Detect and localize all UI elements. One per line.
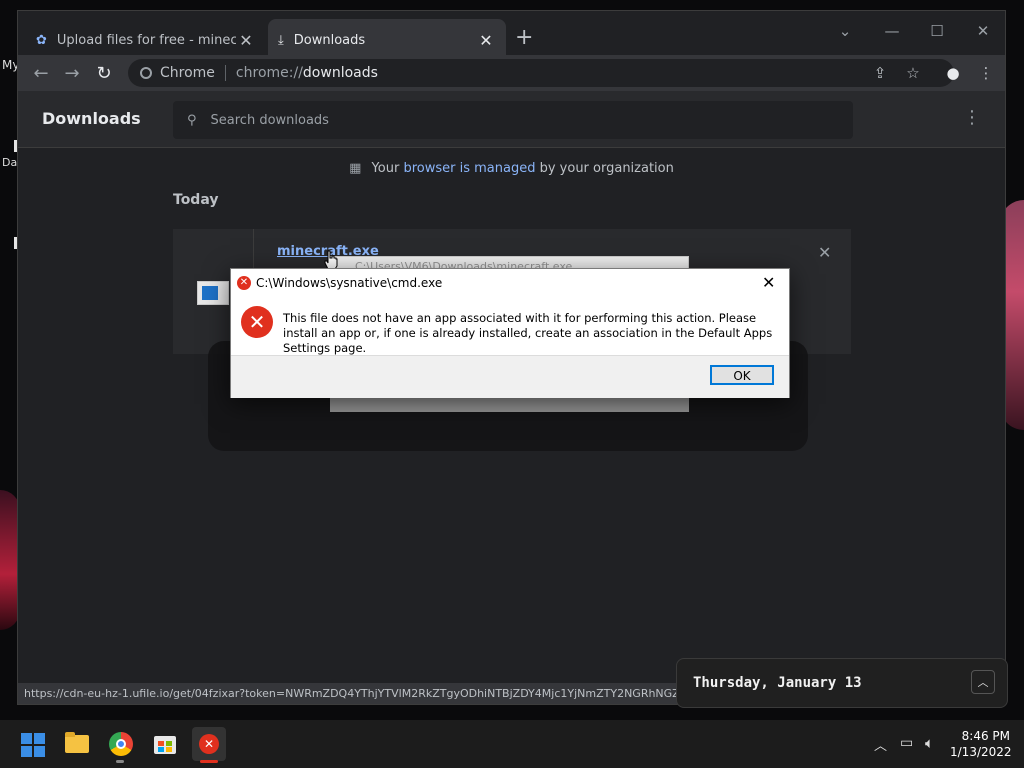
chevron-up-icon[interactable]: ︿: [971, 670, 995, 694]
clock-time[interactable]: 8:46 PM: [950, 729, 1010, 743]
close-window-icon[interactable]: ✕: [969, 17, 997, 45]
date-section-label: Today: [173, 192, 219, 208]
back-icon[interactable]: ←: [28, 61, 54, 87]
search-downloads-input[interactable]: ⚲ Search downloads: [173, 101, 853, 139]
error-small-icon: ✕: [237, 276, 251, 290]
more-actions-icon[interactable]: ⋮: [963, 107, 981, 128]
microsoft-store-icon[interactable]: [148, 727, 182, 761]
dialog-footer: [231, 355, 789, 398]
minimize-icon[interactable]: —: [878, 17, 906, 45]
desktop-icon-label[interactable]: Da: [2, 156, 17, 169]
ghost-window-bottom: [330, 396, 689, 412]
search-placeholder: Search downloads: [210, 112, 329, 128]
dialog-message: This file does not have an app associate…: [283, 311, 773, 355]
bookmark-star-icon[interactable]: ☆: [901, 61, 925, 85]
separator: [224, 65, 226, 81]
calendar-flyout: Thursday, January 13 ︿: [676, 658, 1008, 708]
address-bar[interactable]: Chrome chrome:// downloads: [128, 59, 954, 87]
error-icon: ✕: [241, 306, 273, 338]
download-icon: ⤓: [278, 32, 284, 48]
url-protocol: chrome://: [235, 65, 303, 81]
chrome-menu-icon[interactable]: ⋮: [974, 61, 998, 85]
dialog-close-icon[interactable]: ✕: [762, 273, 775, 292]
app-active-indicator: [200, 760, 218, 763]
managed-suffix: by your organization: [539, 161, 674, 176]
volume-icon[interactable]: 🔈︎: [925, 734, 934, 752]
managed-notice: ▦ Your browser is managed by your organi…: [18, 161, 1005, 176]
chrome-icon[interactable]: [104, 727, 138, 761]
hand-cursor-icon: [324, 250, 338, 270]
ufile-icon: ✿: [36, 32, 47, 48]
profile-icon[interactable]: ●: [941, 61, 965, 85]
url-host: downloads: [302, 65, 378, 81]
app-running-indicator: [116, 760, 124, 763]
windows-start-icon[interactable]: [16, 727, 50, 761]
managed-link[interactable]: browser is managed: [403, 161, 535, 176]
close-tab-icon[interactable]: ✕: [476, 31, 496, 50]
managed-prefix: Your: [371, 161, 400, 176]
error-dialog: ✕ C:\Windows\sysnative\cmd.exe ✕ ✕ This …: [230, 268, 790, 398]
building-icon: ▦: [349, 161, 362, 176]
chrome-logo-icon: [140, 67, 152, 79]
remove-download-icon[interactable]: ✕: [818, 243, 831, 262]
reload-icon[interactable]: ↻: [91, 61, 117, 87]
site-name: Chrome: [160, 65, 215, 81]
maximize-icon[interactable]: ☐: [923, 17, 951, 45]
new-tab-button[interactable]: +: [515, 25, 533, 50]
show-hidden-icons-icon[interactable]: ︿: [874, 735, 887, 754]
network-icon[interactable]: ▭: [900, 735, 913, 751]
tab-label: Upload files for free - minecraft.e: [56, 32, 236, 48]
ok-button[interactable]: OK: [710, 365, 774, 385]
flyout-date: Thursday, January 13: [693, 675, 862, 691]
exe-file-icon: [197, 281, 229, 305]
search-icon: ⚲: [187, 112, 197, 128]
clock-date[interactable]: 1/13/2022: [950, 745, 1012, 759]
dialog-title: C:\Windows\sysnative\cmd.exe: [256, 276, 443, 290]
page-title: Downloads: [42, 109, 141, 128]
error-app-icon[interactable]: ✕: [192, 727, 226, 761]
share-icon[interactable]: ⇪: [868, 61, 892, 85]
file-explorer-icon[interactable]: [60, 727, 94, 761]
forward-icon[interactable]: →: [59, 61, 85, 87]
tab-label: Downloads: [293, 32, 366, 48]
tab-search-icon[interactable]: ⌄: [831, 17, 859, 45]
close-tab-icon[interactable]: ✕: [236, 31, 256, 50]
status-bubble-url: https://cdn-eu-hz-1.ufile.io/get/04fzixa…: [18, 683, 720, 704]
